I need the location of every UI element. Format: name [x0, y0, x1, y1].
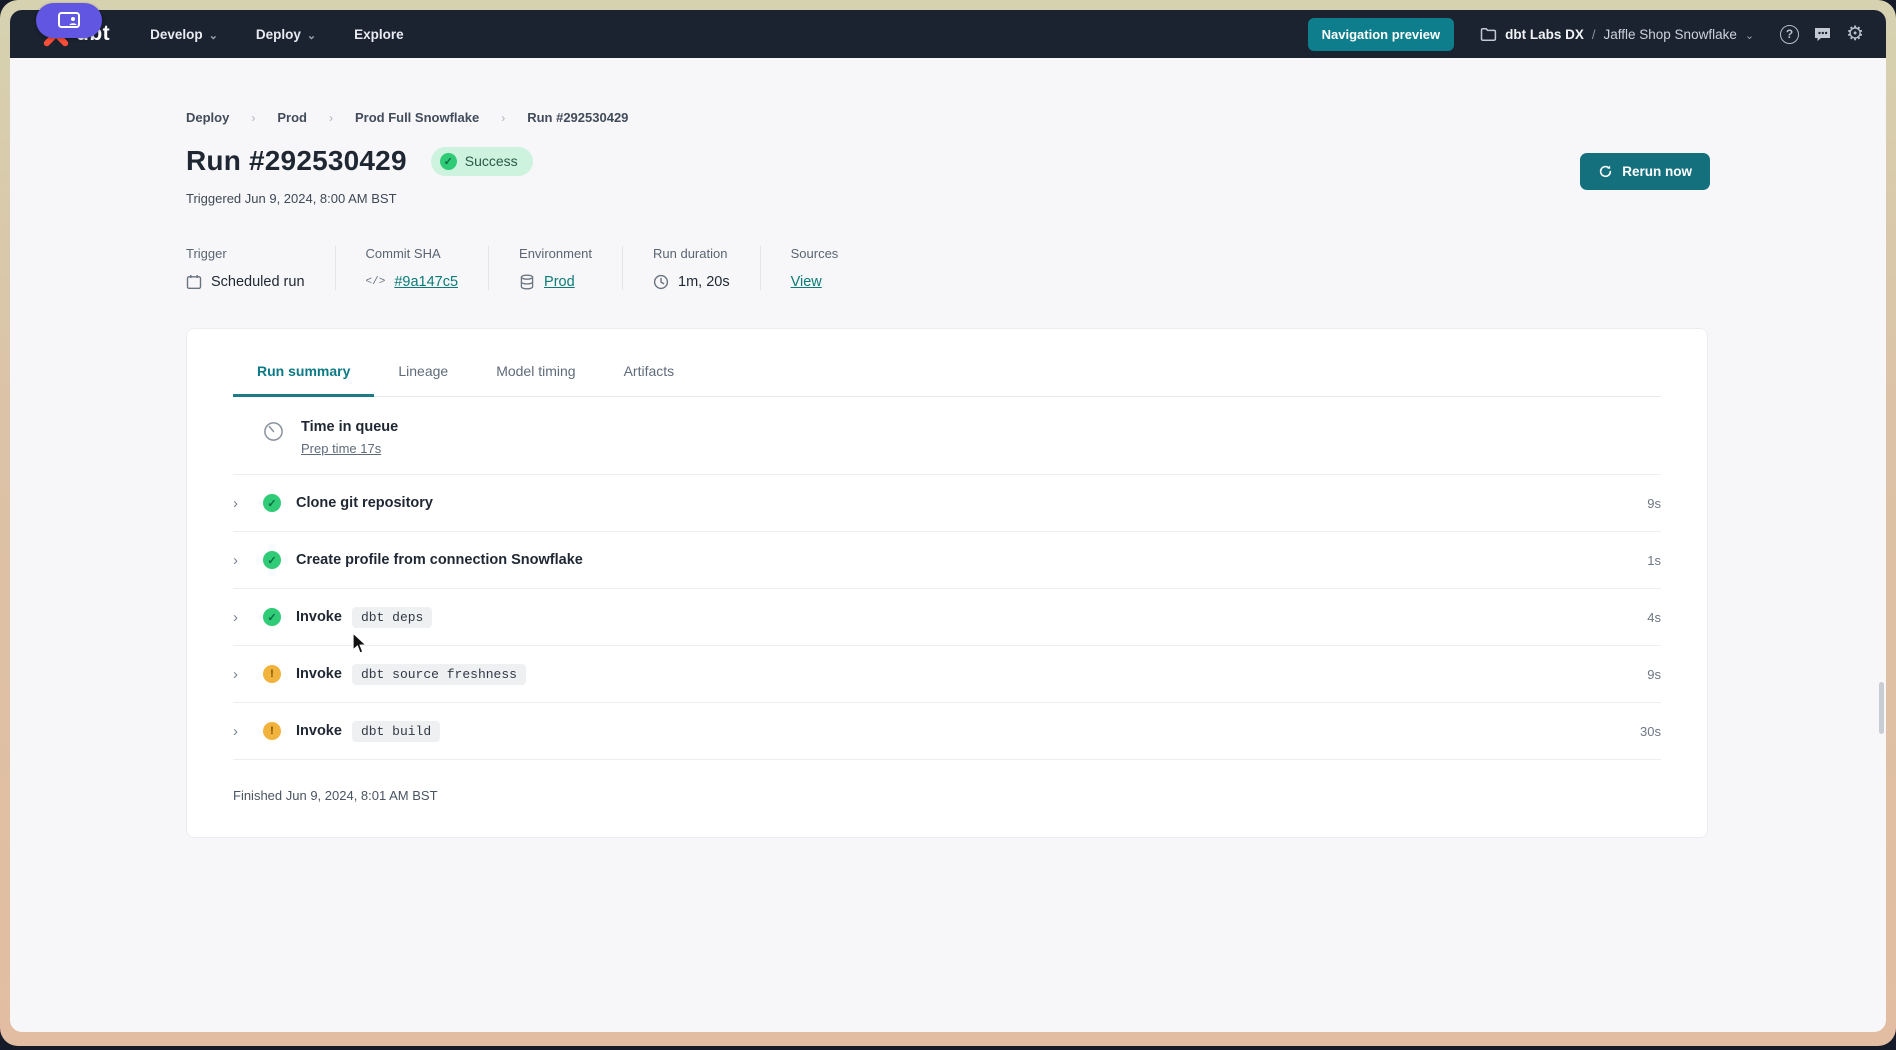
nav-item-explore[interactable]: Explore: [354, 27, 404, 42]
command-chip: dbt deps: [352, 607, 432, 628]
timer-icon: [263, 421, 284, 442]
breadcrumb-job[interactable]: Prod Full Snowflake: [355, 110, 479, 125]
step-row-clone-git[interactable]: › Clone git repository 9s: [233, 475, 1661, 532]
nav-right: Navigation preview dbt Labs DX / Jaffle …: [1308, 18, 1864, 51]
breadcrumb-separator-icon: ›: [251, 111, 255, 125]
queue-title: Time in queue: [301, 419, 398, 435]
nav-icons: ? ⚙: [1780, 24, 1864, 44]
refresh-icon: [1598, 164, 1613, 179]
scrollbar-thumb[interactable]: [1879, 682, 1884, 734]
top-navbar: dbt Develop ⌄ Deploy ⌄ Explore: [10, 10, 1886, 58]
tab-run-summary[interactable]: Run summary: [233, 355, 374, 397]
account-name: dbt Labs DX: [1505, 27, 1584, 42]
screen-share-indicator: [36, 3, 102, 38]
tab-lineage[interactable]: Lineage: [374, 355, 472, 397]
triggered-timestamp: Triggered Jun 9, 2024, 8:00 AM BST: [186, 191, 533, 206]
breadcrumb-deploy[interactable]: Deploy: [186, 110, 229, 125]
navigation-preview-button[interactable]: Navigation preview: [1308, 18, 1454, 51]
step-row-dbt-source-freshness[interactable]: › Invoke dbt source freshness 9s: [233, 646, 1661, 703]
rerun-now-button[interactable]: Rerun now: [1580, 153, 1710, 190]
app-window: dbt Develop ⌄ Deploy ⌄ Explore: [10, 10, 1886, 1032]
meta-environment: Environment Prod: [519, 246, 623, 290]
step-duration: 9s: [1647, 496, 1661, 511]
page-title: Run #292530429: [186, 145, 407, 177]
chevron-right-icon[interactable]: ›: [233, 495, 263, 512]
nav-menu: Develop ⌄ Deploy ⌄ Explore: [150, 27, 404, 42]
calendar-icon: [186, 274, 202, 290]
commit-sha-link[interactable]: #9a147c5: [394, 274, 458, 290]
tab-artifacts[interactable]: Artifacts: [600, 355, 699, 397]
breadcrumb-separator: /: [1592, 27, 1596, 42]
breadcrumb-separator-icon: ›: [329, 111, 333, 125]
command-chip: dbt build: [352, 721, 440, 742]
step-status-icon: [263, 608, 281, 626]
meta-commit-sha: Commit SHA </> #9a147c5: [366, 246, 490, 290]
finished-timestamp: Finished Jun 9, 2024, 8:01 AM BST: [233, 788, 1661, 803]
tab-model-timing[interactable]: Model timing: [472, 355, 599, 397]
chevron-down-icon: ⌄: [1745, 29, 1754, 42]
meta-run-duration: Run duration 1m, 20s: [653, 246, 761, 290]
header-row: Run #292530429 ✓ Success Triggered Jun 9…: [186, 145, 1710, 206]
breadcrumb-prod[interactable]: Prod: [277, 110, 307, 125]
screen-share-icon: [56, 11, 82, 31]
step-status-icon: [263, 722, 281, 740]
run-summary-card: Run summary Lineage Model timing Artifac…: [186, 328, 1708, 838]
breadcrumb-run[interactable]: Run #292530429: [527, 110, 628, 125]
step-duration: 9s: [1647, 667, 1661, 682]
step-status-icon: [263, 551, 281, 569]
step-duration: 1s: [1647, 553, 1661, 568]
screen: dbt Develop ⌄ Deploy ⌄ Explore: [0, 0, 1896, 1050]
status-badge-label: Success: [465, 153, 518, 169]
command-chip: dbt source freshness: [352, 664, 526, 685]
trigger-value: Scheduled run: [211, 274, 305, 290]
step-row-dbt-build[interactable]: › Invoke dbt build 30s: [233, 703, 1661, 760]
chevron-down-icon: ⌄: [307, 29, 316, 42]
chevron-right-icon[interactable]: ›: [233, 552, 263, 569]
nav-item-develop[interactable]: Develop ⌄: [150, 27, 218, 42]
gear-icon[interactable]: ⚙: [1846, 24, 1864, 44]
tab-bar: Run summary Lineage Model timing Artifac…: [233, 355, 1661, 397]
window-frame: dbt Develop ⌄ Deploy ⌄ Explore: [0, 0, 1896, 1046]
account-project-switcher[interactable]: dbt Labs DX / Jaffle Shop Snowflake ⌄: [1480, 27, 1754, 42]
project-name: Jaffle Shop Snowflake: [1604, 27, 1737, 42]
folder-icon: [1480, 27, 1497, 42]
step-status-icon: [263, 494, 281, 512]
meta-sources: Sources View: [791, 246, 869, 290]
breadcrumb-separator-icon: ›: [501, 111, 505, 125]
chevron-right-icon[interactable]: ›: [233, 666, 263, 683]
time-in-queue-block: Time in queue Prep time 17s: [233, 397, 1661, 475]
chevron-down-icon: ⌄: [209, 29, 218, 42]
run-detail-page: Deploy › Prod › Prod Full Snowflake › Ru…: [10, 58, 1886, 838]
step-duration: 30s: [1640, 724, 1661, 739]
nav-item-deploy[interactable]: Deploy ⌄: [256, 27, 316, 42]
step-status-icon: [263, 665, 281, 683]
meta-trigger: Trigger Scheduled run: [186, 246, 336, 290]
sources-view-link[interactable]: View: [791, 274, 822, 290]
feedback-chat-icon[interactable]: [1813, 26, 1832, 43]
help-icon[interactable]: ?: [1780, 25, 1799, 44]
code-icon: </>: [366, 276, 386, 288]
step-row-create-profile[interactable]: › Create profile from connection Snowfla…: [233, 532, 1661, 589]
database-icon: [519, 274, 535, 290]
step-duration: 4s: [1647, 610, 1661, 625]
status-badge: ✓ Success: [431, 147, 533, 176]
run-duration-value: 1m, 20s: [678, 274, 730, 290]
environment-link[interactable]: Prod: [544, 274, 575, 290]
step-row-dbt-deps[interactable]: › Invoke dbt deps 4s: [233, 589, 1661, 646]
breadcrumb: Deploy › Prod › Prod Full Snowflake › Ru…: [186, 110, 1886, 125]
clock-icon: [653, 274, 669, 290]
chevron-right-icon[interactable]: ›: [233, 609, 263, 626]
run-meta-row: Trigger Scheduled run Commit SHA </> #: [186, 246, 1886, 290]
prep-time-link[interactable]: Prep time 17s: [301, 441, 398, 456]
chevron-right-icon[interactable]: ›: [233, 723, 263, 740]
success-check-icon: ✓: [440, 153, 457, 170]
mouse-cursor: [352, 632, 369, 656]
